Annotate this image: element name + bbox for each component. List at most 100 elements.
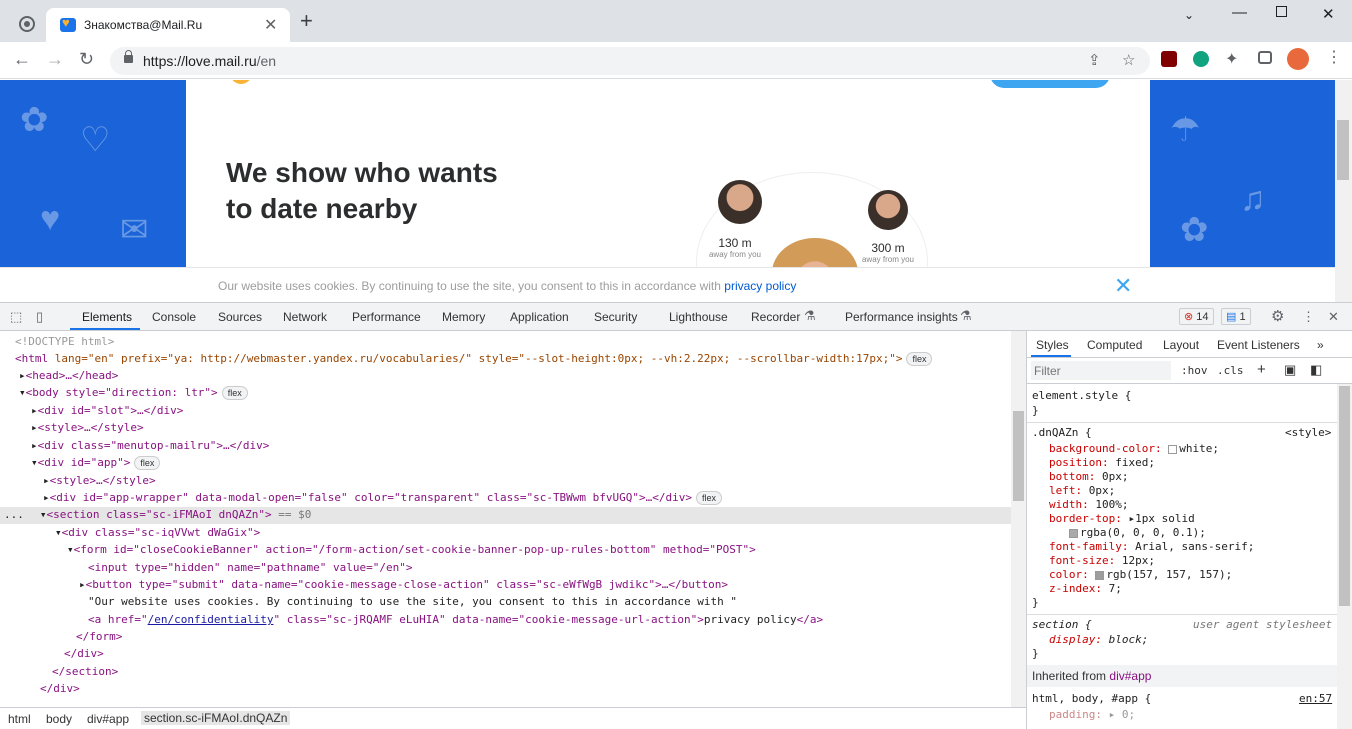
close-window-icon[interactable]: ✕	[1322, 5, 1335, 23]
scrollbar-thumb[interactable]	[1339, 386, 1350, 606]
css-declaration[interactable]: width: 100%;	[1049, 498, 1129, 512]
breadcrumb-item-selected[interactable]: section.sc-iFMAoI.dnQAZn	[141, 711, 291, 725]
chrome-more-icon[interactable]: ⋮	[1326, 47, 1342, 66]
hov-toggle[interactable]: :hov	[1181, 364, 1208, 377]
dom-node[interactable]: </form>	[76, 628, 122, 645]
css-rule-selector[interactable]: html, body, #app {	[1032, 692, 1151, 706]
inherited-node-link[interactable]: div#app	[1109, 669, 1151, 683]
device-toolbar-icon[interactable]: ▯	[36, 309, 43, 325]
tab-security[interactable]: Security	[594, 310, 637, 324]
dom-node-selected[interactable]: ... ▾<section class="sc-iFMAoI dnQAZn"> =…	[4, 506, 311, 523]
css-declaration[interactable]: color: rgb(157, 157, 157);	[1049, 568, 1232, 582]
tab-performance-insights[interactable]: Performance insights	[845, 310, 958, 324]
tab-network[interactable]: Network	[283, 310, 327, 324]
maximize-icon[interactable]	[1276, 6, 1287, 17]
cls-toggle[interactable]: .cls	[1217, 364, 1244, 377]
side-panel-icon[interactable]	[1258, 51, 1272, 64]
dom-node[interactable]: ▸<style>…</style>	[43, 472, 156, 489]
tab-memory[interactable]: Memory	[442, 310, 485, 324]
css-rule-selector[interactable]: section {	[1032, 618, 1092, 632]
paint-icon[interactable]: ▣	[1284, 362, 1296, 378]
css-rule-selector[interactable]: .dnQAZn {	[1032, 426, 1092, 440]
dom-node[interactable]: ▸<div class="menutop-mailru">…</div>	[31, 437, 269, 454]
dom-node[interactable]: <html lang="en" prefix="ya: http://webma…	[15, 350, 933, 367]
css-declaration[interactable]: background-color: white;	[1049, 442, 1219, 456]
settings-gear-icon[interactable]: ⚙	[1271, 307, 1284, 325]
tab-styles[interactable]: Styles	[1036, 338, 1069, 352]
color-swatch[interactable]	[1069, 528, 1078, 538]
signup-button[interactable]	[990, 80, 1110, 88]
dom-node[interactable]: ▾<body style="direction: ltr"> flex	[19, 384, 248, 401]
breadcrumb-item[interactable]: div#app	[87, 712, 129, 726]
address-bar[interactable]: https://love.mail.ru/en ⇪ ☆	[110, 47, 1150, 75]
tab-application[interactable]: Application	[510, 310, 569, 324]
css-declaration[interactable]: left: 0px;	[1049, 484, 1115, 498]
tab-event-listeners[interactable]: Event Listeners	[1217, 338, 1300, 352]
styles-scrollbar[interactable]	[1337, 384, 1352, 729]
elements-tree[interactable]: <!DOCTYPE html> <html lang="en" prefix="…	[0, 331, 1011, 707]
tab-console[interactable]: Console	[152, 310, 196, 324]
more-tabs-icon[interactable]: »	[1317, 338, 1324, 352]
scrollbar-thumb[interactable]	[1337, 120, 1349, 180]
elements-scrollbar[interactable]	[1011, 331, 1026, 707]
tab-recorder[interactable]: Recorder	[751, 310, 800, 324]
extensions-puzzle-icon[interactable]: ✦	[1225, 49, 1241, 68]
lock-icon[interactable]	[124, 50, 133, 63]
dom-node[interactable]: <input type="hidden" name="pathname" val…	[88, 559, 413, 576]
css-rule-source[interactable]: <style>	[1285, 426, 1331, 440]
css-declaration[interactable]: font-size: 12px;	[1049, 554, 1155, 568]
profile-avatar[interactable]	[1287, 48, 1309, 70]
css-declaration[interactable]: z-index: 7;	[1049, 582, 1122, 596]
dom-node[interactable]: ▾<div class="sc-iqVVwt dWaGix">	[55, 524, 260, 541]
new-tab-button[interactable]: +	[300, 10, 313, 32]
tab-lighthouse[interactable]: Lighthouse	[669, 310, 728, 324]
color-swatch[interactable]	[1168, 444, 1178, 454]
dom-node[interactable]: ▸<style>…</style>	[31, 419, 144, 436]
reload-icon[interactable]: ↻	[79, 49, 94, 70]
css-rule-selector[interactable]: element.style {	[1032, 389, 1131, 403]
privacy-policy-link[interactable]: privacy policy	[724, 279, 796, 293]
forward-icon[interactable]: →	[46, 49, 64, 70]
tab-layout[interactable]: Layout	[1163, 338, 1199, 352]
styles-filter-input[interactable]	[1031, 361, 1171, 380]
dom-node[interactable]: ▸<div id="slot">…</div>	[31, 402, 183, 419]
dom-node[interactable]: <!DOCTYPE html>	[15, 333, 114, 350]
css-declaration[interactable]: bottom: 0px;	[1049, 470, 1128, 484]
scrollbar-thumb[interactable]	[1013, 411, 1024, 501]
dom-node[interactable]: </div>	[64, 645, 104, 662]
css-declaration[interactable]: font-family: Arial, sans-serif;	[1049, 540, 1254, 554]
css-declaration[interactable]: border-top: ▸1px solid	[1049, 512, 1195, 526]
css-declaration[interactable]: position: fixed;	[1049, 456, 1155, 470]
share-icon[interactable]: ⇪	[1088, 51, 1101, 69]
messages-badge[interactable]: ▤ 1	[1221, 308, 1251, 325]
devtools-more-icon[interactable]: ⋮	[1302, 309, 1315, 325]
extension-icon[interactable]	[1193, 51, 1209, 67]
inspect-element-icon[interactable]: ⬚	[10, 309, 22, 325]
breadcrumb-item[interactable]: html	[8, 712, 31, 726]
dom-node[interactable]: ▾<form id="closeCookieBanner" action="/f…	[67, 541, 756, 558]
tab-performance[interactable]: Performance	[352, 310, 421, 324]
tab-close-icon[interactable]: ✕	[264, 15, 277, 35]
css-rule-source[interactable]: en:57	[1299, 692, 1332, 706]
tab-search-icon[interactable]: ⌄	[1184, 8, 1194, 22]
back-icon[interactable]: ←	[13, 49, 31, 70]
cookie-close-icon[interactable]: ✕	[1114, 273, 1132, 299]
tab-computed[interactable]: Computed	[1087, 338, 1142, 352]
toggle-sidebar-icon[interactable]: ◧	[1310, 362, 1322, 378]
dom-node[interactable]: ▸<button type="submit" data-name="cookie…	[79, 576, 728, 593]
css-declaration[interactable]: padding: ▸ 0;	[1049, 708, 1135, 722]
dom-node[interactable]: ▸<head>…</head>	[19, 367, 118, 384]
close-devtools-icon[interactable]: ✕	[1328, 309, 1339, 325]
dom-text-node[interactable]: "Our website uses cookies. By continuing…	[88, 593, 737, 610]
color-swatch[interactable]	[1095, 570, 1105, 580]
tab-sources[interactable]: Sources	[218, 310, 262, 324]
page-scrollbar[interactable]	[1335, 80, 1352, 302]
href-link[interactable]: /en/confidentiality	[148, 613, 274, 626]
breadcrumb-item[interactable]: body	[46, 712, 72, 726]
errors-badge[interactable]: ⊗ 14	[1179, 308, 1214, 325]
css-declaration-value[interactable]: rgba(0, 0, 0, 0.1);	[1069, 526, 1206, 540]
chrome-menu-icon[interactable]	[19, 16, 35, 32]
new-rule-icon[interactable]: +	[1257, 361, 1266, 378]
bookmark-star-icon[interactable]: ☆	[1122, 51, 1135, 69]
dom-node[interactable]: ▸<div id="app-wrapper" data-modal-open="…	[43, 489, 723, 506]
